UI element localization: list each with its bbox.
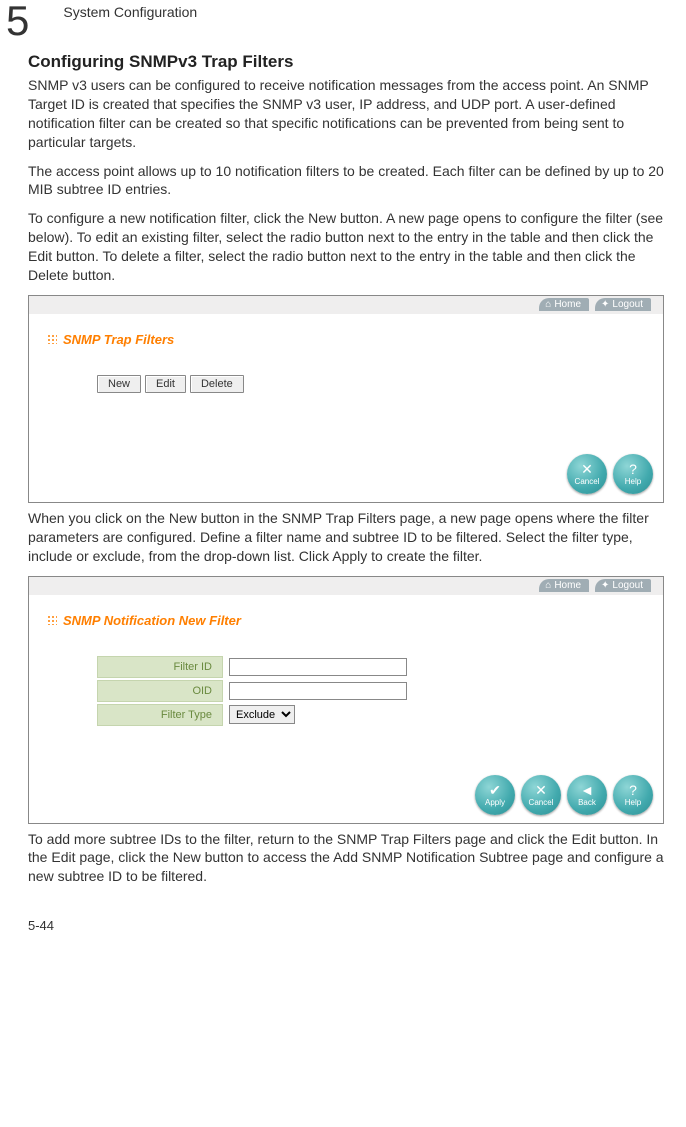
screenshot-new-filter: ⌂ Home ✦ Logout SNMP Notification New Fi… bbox=[28, 576, 664, 824]
help-button[interactable]: ? Help bbox=[613, 454, 653, 494]
home-label: Home bbox=[554, 580, 581, 591]
apply-icon: ✔ bbox=[489, 783, 501, 797]
back-icon: ◄ bbox=[580, 783, 594, 797]
help-label: Help bbox=[625, 478, 641, 486]
cancel-icon: ✕ bbox=[581, 462, 593, 476]
logout-link[interactable]: ✦ Logout bbox=[595, 579, 651, 592]
paragraph: SNMP v3 users can be configured to recei… bbox=[28, 76, 664, 152]
logout-label: Logout bbox=[612, 580, 643, 591]
logout-label: Logout bbox=[612, 299, 643, 310]
page-number: 5-44 bbox=[28, 918, 664, 933]
paragraph: When you click on the New button in the … bbox=[28, 509, 664, 566]
cancel-icon: ✕ bbox=[535, 783, 547, 797]
paragraph: The access point allows up to 10 notific… bbox=[28, 162, 664, 200]
cancel-label: Cancel bbox=[529, 799, 554, 807]
oid-input[interactable] bbox=[229, 682, 407, 700]
home-link[interactable]: ⌂ Home bbox=[539, 298, 589, 311]
help-icon: ? bbox=[629, 783, 637, 797]
screenshot-topbar: ⌂ Home ✦ Logout bbox=[29, 296, 663, 314]
help-icon: ? bbox=[629, 462, 637, 476]
new-button[interactable]: New bbox=[97, 375, 141, 393]
panel-heading: SNMP Trap Filters bbox=[47, 332, 645, 347]
home-icon: ⌂ bbox=[545, 299, 551, 310]
cancel-button[interactable]: ✕ Cancel bbox=[521, 775, 561, 815]
chapter-title: System Configuration bbox=[63, 4, 197, 20]
help-label: Help bbox=[625, 799, 641, 807]
logout-icon: ✦ bbox=[601, 299, 609, 310]
screenshot-topbar: ⌂ Home ✦ Logout bbox=[29, 577, 663, 595]
help-button[interactable]: ? Help bbox=[613, 775, 653, 815]
delete-button[interactable]: Delete bbox=[190, 375, 244, 393]
cancel-button[interactable]: ✕ Cancel bbox=[567, 454, 607, 494]
paragraph: To add more subtree IDs to the filter, r… bbox=[28, 830, 664, 887]
home-link[interactable]: ⌂ Home bbox=[539, 579, 589, 592]
paragraph: To configure a new notification filter, … bbox=[28, 209, 664, 285]
logout-icon: ✦ bbox=[601, 580, 609, 591]
filter-type-label: Filter Type bbox=[97, 704, 223, 726]
back-label: Back bbox=[578, 799, 596, 807]
apply-label: Apply bbox=[485, 799, 505, 807]
chapter-number: 5 bbox=[6, 0, 29, 42]
edit-button[interactable]: Edit bbox=[145, 375, 186, 393]
section-title: Configuring SNMPv3 Trap Filters bbox=[28, 52, 664, 72]
oid-label: OID bbox=[97, 680, 223, 702]
logout-link[interactable]: ✦ Logout bbox=[595, 298, 651, 311]
filter-id-label: Filter ID bbox=[97, 656, 223, 678]
apply-button[interactable]: ✔ Apply bbox=[475, 775, 515, 815]
page-header: 5 System Configuration bbox=[28, 0, 664, 42]
filter-id-input[interactable] bbox=[229, 658, 407, 676]
screenshot-trap-filters: ⌂ Home ✦ Logout SNMP Trap Filters New Ed… bbox=[28, 295, 664, 503]
home-label: Home bbox=[554, 299, 581, 310]
cancel-label: Cancel bbox=[575, 478, 600, 486]
panel-heading: SNMP Notification New Filter bbox=[47, 613, 645, 628]
back-button[interactable]: ◄ Back bbox=[567, 775, 607, 815]
home-icon: ⌂ bbox=[545, 580, 551, 591]
filter-type-select[interactable]: Exclude bbox=[229, 705, 295, 724]
